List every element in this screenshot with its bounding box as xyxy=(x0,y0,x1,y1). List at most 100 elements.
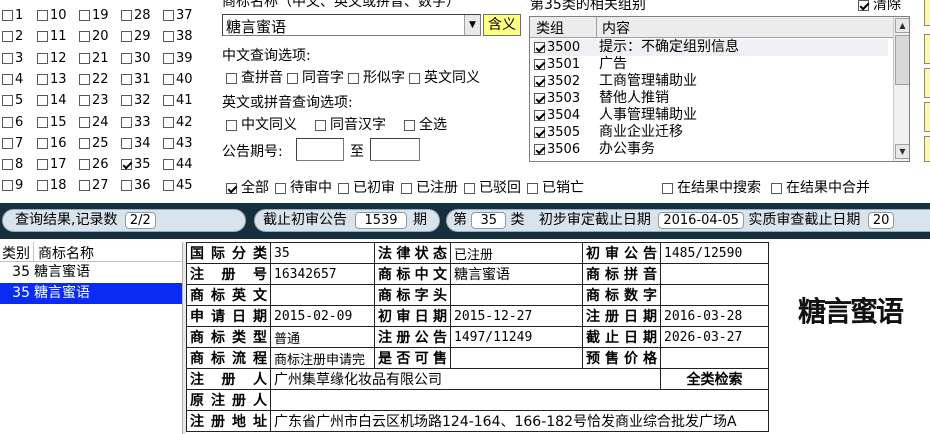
en-option-2[interactable]: 全选 xyxy=(404,117,447,133)
class-checkbox-9[interactable]: 9 xyxy=(2,178,23,193)
option-check-icon[interactable] xyxy=(409,72,420,84)
class-checkbox-29[interactable]: 29 xyxy=(121,29,151,44)
option-check-icon[interactable] xyxy=(662,182,673,194)
class-checkbox-43[interactable]: 43 xyxy=(163,136,193,151)
group-row-3500[interactable]: 3500 提示：不确定组别信息 xyxy=(534,39,888,56)
class-check-icon[interactable] xyxy=(2,10,13,21)
group-check-icon[interactable] xyxy=(534,41,545,53)
class-checkbox-36[interactable]: 36 xyxy=(121,178,151,193)
class-checkbox-34[interactable]: 34 xyxy=(121,136,151,151)
class-check-icon[interactable] xyxy=(163,95,174,107)
class-checkbox-18[interactable]: 18 xyxy=(37,178,67,193)
class-check-icon[interactable] xyxy=(37,52,48,64)
result-row[interactable]: 35 糖言蜜语 xyxy=(0,262,182,283)
class-checkbox-1[interactable]: 1 xyxy=(2,8,23,23)
class-check-icon[interactable] xyxy=(79,10,90,21)
class-check-icon[interactable] xyxy=(163,116,174,128)
class-check-icon[interactable] xyxy=(79,95,90,107)
class-check-icon[interactable] xyxy=(163,73,174,85)
en-option-0[interactable]: 中文同义 xyxy=(226,117,297,133)
cn-option-0[interactable]: 查拼音 xyxy=(226,70,283,86)
class-checkbox-16[interactable]: 16 xyxy=(37,136,67,151)
cn-option-1[interactable]: 同音字 xyxy=(287,70,344,86)
side-button-2[interactable] xyxy=(924,34,930,64)
class-check-icon[interactable] xyxy=(2,52,13,64)
class-checkbox-38[interactable]: 38 xyxy=(163,29,193,44)
class-check-icon[interactable] xyxy=(2,180,13,192)
class-check-icon[interactable] xyxy=(121,10,132,21)
class-check-icon[interactable] xyxy=(2,137,13,149)
class-checkbox-31[interactable]: 31 xyxy=(121,72,151,87)
class-checkbox-21[interactable]: 21 xyxy=(79,51,109,66)
class-checkbox-10[interactable]: 10 xyxy=(37,8,67,23)
side-button-4[interactable] xyxy=(924,102,930,132)
group-scrollbar[interactable]: ▲ ▼ xyxy=(893,17,909,161)
scroll-up-icon[interactable]: ▲ xyxy=(895,18,909,33)
clear-check-icon[interactable] xyxy=(858,0,869,11)
en-option-1[interactable]: 同音汉字 xyxy=(315,117,386,133)
status-filter-0[interactable]: 全部 xyxy=(226,180,269,196)
class-check-icon[interactable] xyxy=(121,116,132,128)
class-checkbox-3[interactable]: 3 xyxy=(2,51,23,66)
option-check-icon[interactable] xyxy=(404,119,415,131)
class-check-icon[interactable] xyxy=(37,73,48,85)
class-check-icon[interactable] xyxy=(2,116,13,128)
group-check-icon[interactable] xyxy=(534,92,545,104)
class-checkbox-17[interactable]: 17 xyxy=(37,157,67,172)
class-checkbox-11[interactable]: 11 xyxy=(37,29,67,44)
hanyi-button[interactable]: 含义 xyxy=(483,14,521,36)
class-check-icon[interactable] xyxy=(37,116,48,128)
class-check-icon[interactable] xyxy=(121,180,132,192)
class-checkbox-2[interactable]: 2 xyxy=(2,29,23,44)
option-check-icon[interactable] xyxy=(771,182,782,194)
option-check-icon[interactable] xyxy=(226,182,237,194)
dropdown-arrow-icon[interactable]: ▼ xyxy=(464,15,480,35)
class-check-icon[interactable] xyxy=(37,95,48,107)
class-check-icon[interactable] xyxy=(121,159,132,171)
scroll-down-icon[interactable]: ▼ xyxy=(895,144,909,159)
status-filter-5[interactable]: 已销亡 xyxy=(527,180,584,196)
class-checkbox-39[interactable]: 39 xyxy=(163,51,193,66)
period-to-input[interactable] xyxy=(370,138,420,161)
class-check-icon[interactable] xyxy=(163,159,174,171)
option-check-icon[interactable] xyxy=(287,72,298,84)
class-checkbox-40[interactable]: 40 xyxy=(163,72,193,87)
option-check-icon[interactable] xyxy=(338,182,349,194)
class-checkbox-20[interactable]: 20 xyxy=(79,29,109,44)
trademark-name-input[interactable]: 糖言蜜语 ▼ xyxy=(222,14,481,36)
cn-option-3[interactable]: 英文同义 xyxy=(409,70,480,86)
class-check-icon[interactable] xyxy=(79,116,90,128)
group-row-3504[interactable]: 3504 人事管理辅助业 xyxy=(534,107,888,124)
class-check-icon[interactable] xyxy=(2,31,13,43)
class-check-icon[interactable] xyxy=(79,31,90,43)
class-checkbox-35[interactable]: 35 xyxy=(121,157,151,172)
class-check-icon[interactable] xyxy=(79,73,90,85)
result-filter-1[interactable]: 在结果中合并 xyxy=(771,180,870,196)
clear-checkbox[interactable]: 清除 xyxy=(858,0,901,14)
group-row-3502[interactable]: 3502 工商管理辅助业 xyxy=(534,73,888,90)
option-check-icon[interactable] xyxy=(226,72,237,84)
status-filter-2[interactable]: 已初审 xyxy=(338,180,395,196)
class-check-icon[interactable] xyxy=(121,137,132,149)
class-check-icon[interactable] xyxy=(2,159,13,171)
class-checkbox-32[interactable]: 32 xyxy=(121,93,151,108)
class-checkbox-37[interactable]: 37 xyxy=(163,8,193,23)
period-from-input[interactable] xyxy=(296,138,344,161)
group-row-3503[interactable]: 3503 替他人推销 xyxy=(534,90,888,107)
side-button-3[interactable] xyxy=(924,68,930,98)
scroll-thumb[interactable] xyxy=(895,35,909,85)
class-check-icon[interactable] xyxy=(121,73,132,85)
class-checkbox-25[interactable]: 25 xyxy=(79,136,109,151)
class-checkbox-45[interactable]: 45 xyxy=(163,178,193,193)
group-check-icon[interactable] xyxy=(534,75,545,87)
status-filter-3[interactable]: 已注册 xyxy=(401,180,458,196)
class-checkbox-12[interactable]: 12 xyxy=(37,51,67,66)
result-row[interactable]: 35 糖言蜜语 xyxy=(0,283,182,304)
cn-option-2[interactable]: 形似字 xyxy=(348,70,405,86)
group-check-icon[interactable] xyxy=(534,126,545,138)
class-check-icon[interactable] xyxy=(79,52,90,64)
option-check-icon[interactable] xyxy=(527,182,538,194)
class-checkbox-14[interactable]: 14 xyxy=(37,93,67,108)
class-check-icon[interactable] xyxy=(163,31,174,43)
class-check-icon[interactable] xyxy=(163,10,174,21)
